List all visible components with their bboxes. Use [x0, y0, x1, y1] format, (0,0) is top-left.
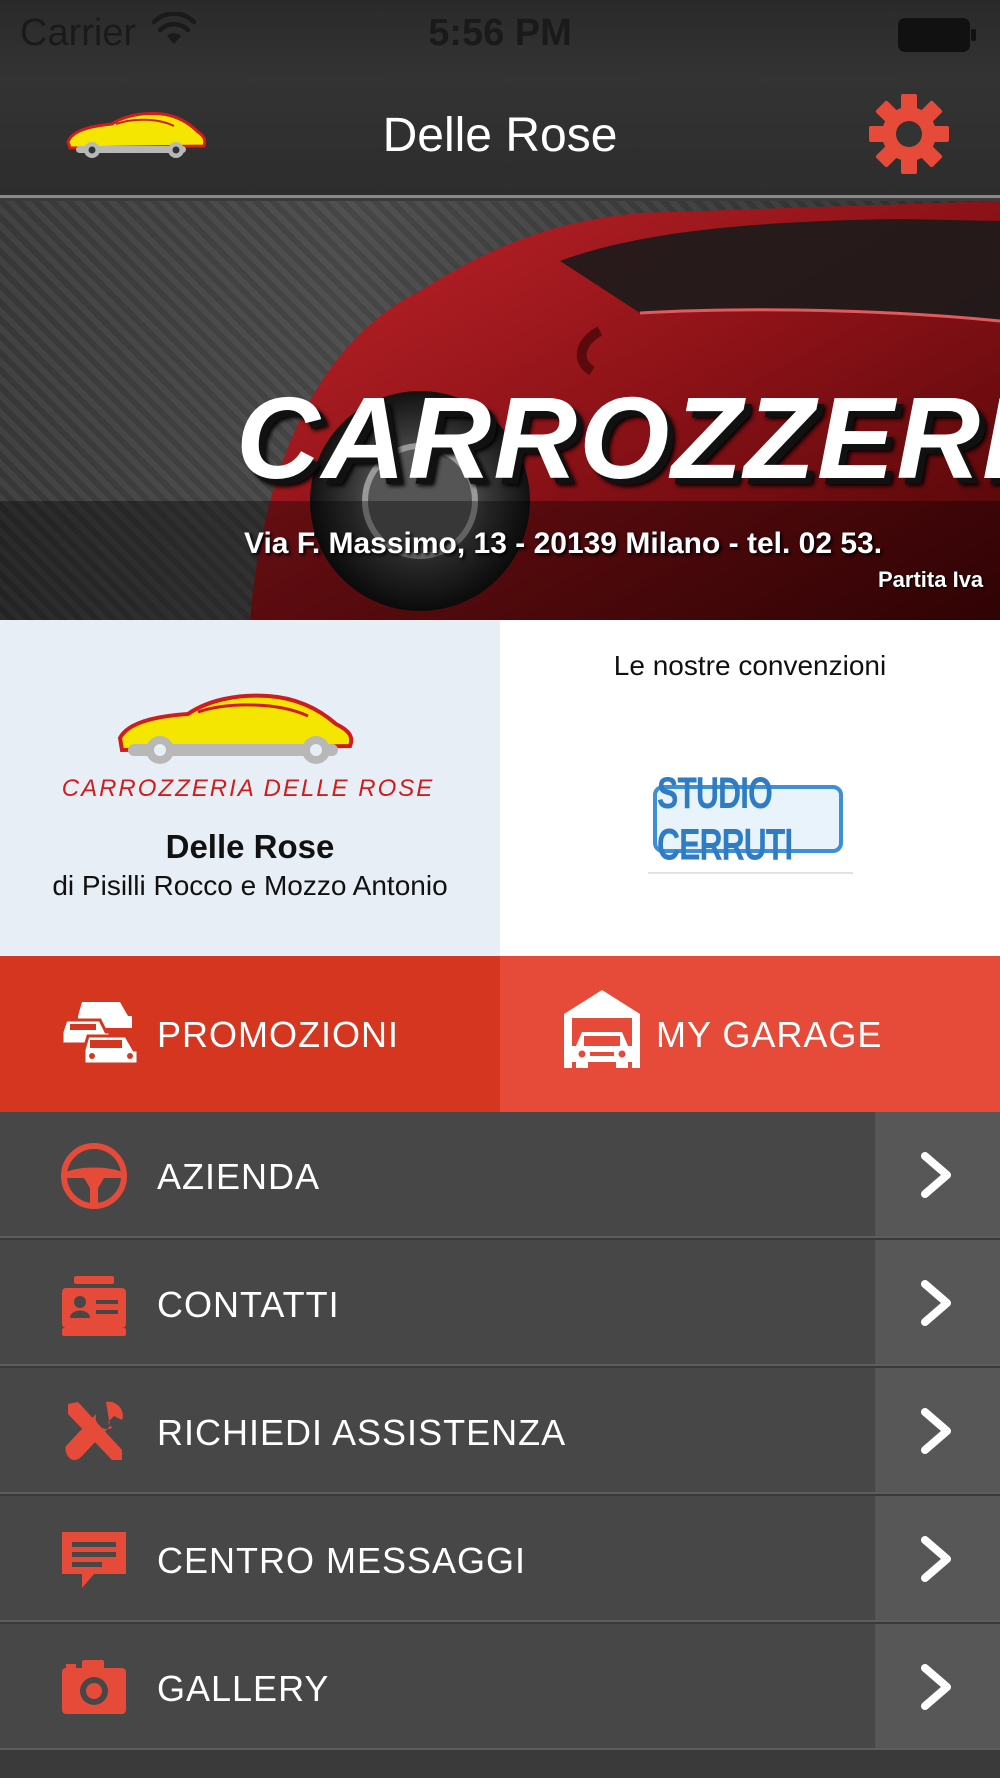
top-bar: Carrier 5:56 PM Delle Rose [0, 0, 1000, 198]
page-title: Delle Rose [382, 109, 618, 162]
company-tile[interactable]: CARROZZERIA DELLE ROSE Delle Rose di Pis… [0, 620, 500, 956]
chevron-area[interactable] [875, 1624, 1000, 1748]
banner-address: Via F. Massimo, 13 - 20139 Milano - tel.… [244, 527, 883, 560]
steering-wheel-icon [61, 1143, 127, 1209]
menu-item-richiedi-assistenza[interactable]: RICHIEDI ASSISTENZA [0, 1368, 1000, 1494]
promo-banner: CARROZZERIA Via F. Massimo, 13 - 20139 M… [0, 201, 1000, 620]
contact-card-icon [62, 1276, 126, 1336]
menu-item-label: RICHIEDI ASSISTENZA [157, 1412, 567, 1453]
company-logo-text: CARROZZERIA DELLE ROSE [62, 775, 435, 802]
my-garage-label: MY GARAGE [656, 1014, 883, 1055]
chevron-right-icon [921, 1536, 951, 1582]
banner-brand: CARROZZERIA [236, 373, 1000, 503]
my-garage-button[interactable]: MY GARAGE [500, 956, 1000, 1112]
chevron-right-icon [921, 1280, 951, 1326]
tools-icon [65, 1401, 123, 1460]
company-logo: CARROZZERIA DELLE ROSE [62, 693, 435, 802]
promotions-button[interactable]: PROMOZIONI [0, 956, 500, 1112]
gear-icon[interactable] [868, 93, 950, 175]
conventions-title: Le nostre convenzioni [613, 650, 887, 681]
menu-item-contatti[interactable]: CONTATTI [0, 1240, 1000, 1366]
menu-item-centro-messaggi[interactable]: CENTRO MESSAGGI [0, 1496, 1000, 1622]
message-icon [62, 1532, 126, 1588]
menu-item-label: CENTRO MESSAGGI [157, 1540, 527, 1581]
partner-logo[interactable]: STUDIO CERRUTI [653, 767, 843, 869]
clock: 5:56 PM [428, 12, 572, 54]
chevron-area[interactable] [875, 1240, 1000, 1364]
chevron-right-icon [921, 1408, 951, 1454]
garage-icon [564, 990, 640, 1068]
chevron-area[interactable] [875, 1496, 1000, 1620]
menu-item-azienda[interactable]: AZIENDA [0, 1112, 1000, 1238]
chevron-area[interactable] [875, 1368, 1000, 1492]
menu-item-gallery[interactable]: GALLERY [0, 1624, 1000, 1750]
battery-icon [898, 18, 976, 52]
main-menu: AZIENDA CONTATTI RICHIEDI ASSISTENZA CEN… [0, 1112, 1000, 1778]
chevron-right-icon [921, 1664, 951, 1710]
menu-item-label: AZIENDA [157, 1156, 321, 1197]
nav-bar: Delle Rose [0, 68, 1000, 198]
status-bar: Carrier 5:56 PM [0, 0, 1000, 68]
company-subtitle: di Pisilli Rocco e Mozzo Antonio [52, 870, 448, 901]
camera-icon [62, 1660, 126, 1714]
conventions-tile[interactable]: Le nostre convenzioni STUDIO CERRUTI [500, 620, 1000, 956]
partner-name: STUDIO CERRUTI [657, 767, 793, 870]
cars-icon [62, 1002, 140, 1066]
banner-vat: Partita Iva [878, 567, 984, 592]
menu-item-label: CONTATTI [157, 1284, 340, 1325]
menu-item-label: GALLERY [157, 1668, 330, 1709]
chevron-right-icon [921, 1152, 951, 1198]
divider [648, 872, 853, 874]
chevron-area[interactable] [875, 1112, 1000, 1236]
promotions-label: PROMOZIONI [157, 1014, 399, 1055]
company-name: Delle Rose [165, 828, 335, 865]
